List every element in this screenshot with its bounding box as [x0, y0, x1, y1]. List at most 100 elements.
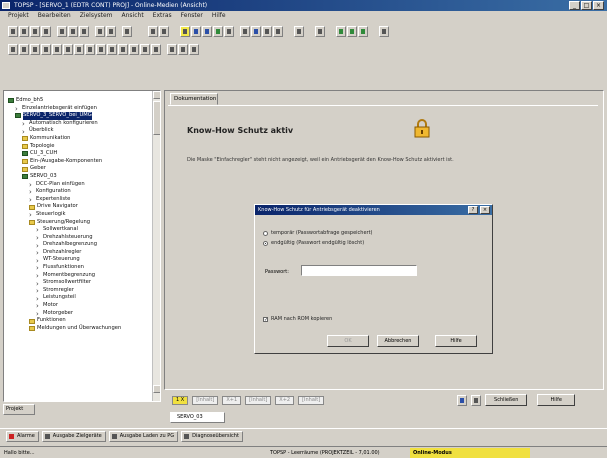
- trace-icon[interactable]: [240, 25, 250, 37]
- tree-item[interactable]: Konfiguration: [8, 188, 160, 196]
- tab-servo03[interactable]: SERVO_03: [170, 412, 225, 423]
- device-icon[interactable]: [251, 25, 261, 37]
- window-cascade-icon[interactable]: [178, 43, 188, 55]
- filter-icon[interactable]: [118, 43, 128, 55]
- tree-item[interactable]: CU_3_CUH: [8, 150, 160, 158]
- scroll-up-icon[interactable]: [153, 91, 160, 99]
- tree-item[interactable]: WT-Steuerung: [8, 256, 160, 264]
- ram-to-rom-icon[interactable]: [213, 25, 223, 37]
- ok-button[interactable]: OK: [327, 335, 369, 347]
- grid-icon[interactable]: [41, 43, 51, 55]
- close-button[interactable]: ×: [593, 1, 604, 10]
- list-icon[interactable]: [96, 43, 106, 55]
- tree-item[interactable]: Drive Navigator: [8, 203, 160, 211]
- upload-icon[interactable]: [202, 25, 212, 37]
- redo-icon[interactable]: [106, 25, 116, 37]
- tree-item[interactable]: Expertenliste: [8, 196, 160, 204]
- radio-temporary[interactable]: temporär (Passwortabfrage gespeichert): [263, 229, 373, 237]
- compile-icon[interactable]: [148, 25, 158, 37]
- menu-bearbeiten[interactable]: Bearbeiten: [38, 11, 71, 21]
- undo-icon[interactable]: [95, 25, 105, 37]
- tree-item[interactable]: Kommunikation: [8, 135, 160, 143]
- refresh-icon[interactable]: [471, 394, 482, 406]
- tree-item[interactable]: Meldungen und Überwachungen: [8, 325, 160, 333]
- password-input[interactable]: [301, 265, 417, 276]
- tab-diagnoseuebersicht[interactable]: Diagnoseübersicht: [181, 431, 243, 442]
- zoom-out-icon[interactable]: [63, 43, 73, 55]
- tab-dokumentation[interactable]: Dokumentation: [170, 93, 218, 105]
- tree-item[interactable]: Edmo_bh5: [8, 97, 160, 105]
- run-icon[interactable]: [358, 25, 368, 37]
- window-next-icon[interactable]: [189, 43, 199, 55]
- page-content-button[interactable]: [Inhalt]: [245, 395, 272, 405]
- scroll-down-icon[interactable]: [153, 385, 160, 393]
- menu-hilfe[interactable]: Hilfe: [212, 11, 226, 21]
- open-icon[interactable]: [19, 25, 29, 37]
- measure-icon[interactable]: [273, 25, 283, 37]
- menu-ansicht[interactable]: Ansicht: [122, 11, 144, 21]
- help-button[interactable]: Hilfe: [435, 335, 477, 347]
- tree-item[interactable]: DCC-Plan einfügen: [8, 181, 160, 189]
- radio-permanent[interactable]: endgültig (Passwort endgültig löscht): [263, 239, 364, 247]
- tree-item[interactable]: Funktionen: [8, 317, 160, 325]
- goto-icon[interactable]: [151, 43, 161, 55]
- tree-item[interactable]: Stromregler: [8, 287, 160, 295]
- tree-item[interactable]: Motorgeber: [8, 310, 160, 318]
- tree-item[interactable]: Ein-/Ausgabe-Komponenten: [8, 158, 160, 166]
- device-icon[interactable]: [457, 394, 468, 406]
- tree-item[interactable]: Stromsollwertfilter: [8, 279, 160, 287]
- sort-icon[interactable]: [129, 43, 139, 55]
- download-icon[interactable]: [191, 25, 201, 37]
- paste-icon[interactable]: [79, 25, 89, 37]
- online-connect-icon[interactable]: [180, 25, 190, 37]
- control-panel-icon[interactable]: [262, 25, 272, 37]
- copy-icon[interactable]: [68, 25, 78, 37]
- save-icon[interactable]: [30, 25, 40, 37]
- tab-ausgabe-zielgeraete[interactable]: Ausgabe Zielgeräte: [41, 431, 106, 442]
- tree-item[interactable]: Topologie: [8, 143, 160, 151]
- cut-icon[interactable]: [57, 25, 67, 37]
- page-content-button[interactable]: [Inhalt]: [298, 395, 325, 405]
- start-icon[interactable]: [336, 25, 346, 37]
- menu-extras[interactable]: Extras: [153, 11, 172, 21]
- find-icon[interactable]: [140, 43, 150, 55]
- menu-projekt[interactable]: Projekt: [8, 11, 29, 21]
- stop-icon[interactable]: [347, 25, 357, 37]
- cancel-button[interactable]: Abbrechen: [377, 335, 419, 347]
- tree-item[interactable]: Motor: [8, 302, 160, 310]
- window-tile-icon[interactable]: [167, 43, 177, 55]
- tree-item[interactable]: Steuerung/Regelung: [8, 219, 160, 227]
- properties-icon[interactable]: [122, 25, 132, 37]
- tree-item[interactable]: SERVO_03: [8, 173, 160, 181]
- tree-item[interactable]: Flussfunktionen: [8, 264, 160, 272]
- menu-fenster[interactable]: Fenster: [181, 11, 203, 21]
- tree-item[interactable]: Drehzahlsteuerung: [8, 234, 160, 242]
- print-icon[interactable]: [41, 25, 51, 37]
- page-next2-button[interactable]: X+2: [275, 395, 295, 405]
- tree-item[interactable]: Sollwertkanal: [8, 226, 160, 234]
- page-next-button[interactable]: X+1: [222, 395, 242, 405]
- new-icon[interactable]: [8, 25, 18, 37]
- schliessen-button[interactable]: Schließen: [485, 394, 528, 406]
- maximize-button[interactable]: □: [581, 1, 592, 10]
- hilfe-button[interactable]: Hilfe: [537, 394, 576, 406]
- tab-ausgabe-laden[interactable]: Ausgabe Laden zu PG: [108, 431, 179, 442]
- page-content-button[interactable]: [Inhalt]: [192, 395, 219, 405]
- table-icon[interactable]: [107, 43, 117, 55]
- checkbox-ram-rom[interactable]: ✓ RAM nach ROM kopieren: [263, 315, 332, 323]
- page-button-current[interactable]: 1 X: [172, 395, 189, 405]
- compare-icon[interactable]: [224, 25, 234, 37]
- load-icon[interactable]: [159, 25, 169, 37]
- minimize-button[interactable]: _: [569, 1, 580, 10]
- align-right-icon[interactable]: [30, 43, 40, 55]
- tree-item[interactable]: SERVO_3_SERVO_bei_UMG: [8, 112, 160, 120]
- align-center-icon[interactable]: [19, 43, 29, 55]
- page-icon[interactable]: [85, 43, 95, 55]
- tree-item[interactable]: Steuerlogik: [8, 211, 160, 219]
- dialog-help-icon[interactable]: ?: [468, 206, 478, 214]
- scroll-thumb[interactable]: [153, 101, 160, 135]
- tree-item[interactable]: Momentbegrenzung: [8, 272, 160, 280]
- network-icon[interactable]: [294, 25, 304, 37]
- menu-zielsystem[interactable]: Zielsystem: [80, 11, 113, 21]
- dialog-close-icon[interactable]: ×: [480, 206, 490, 214]
